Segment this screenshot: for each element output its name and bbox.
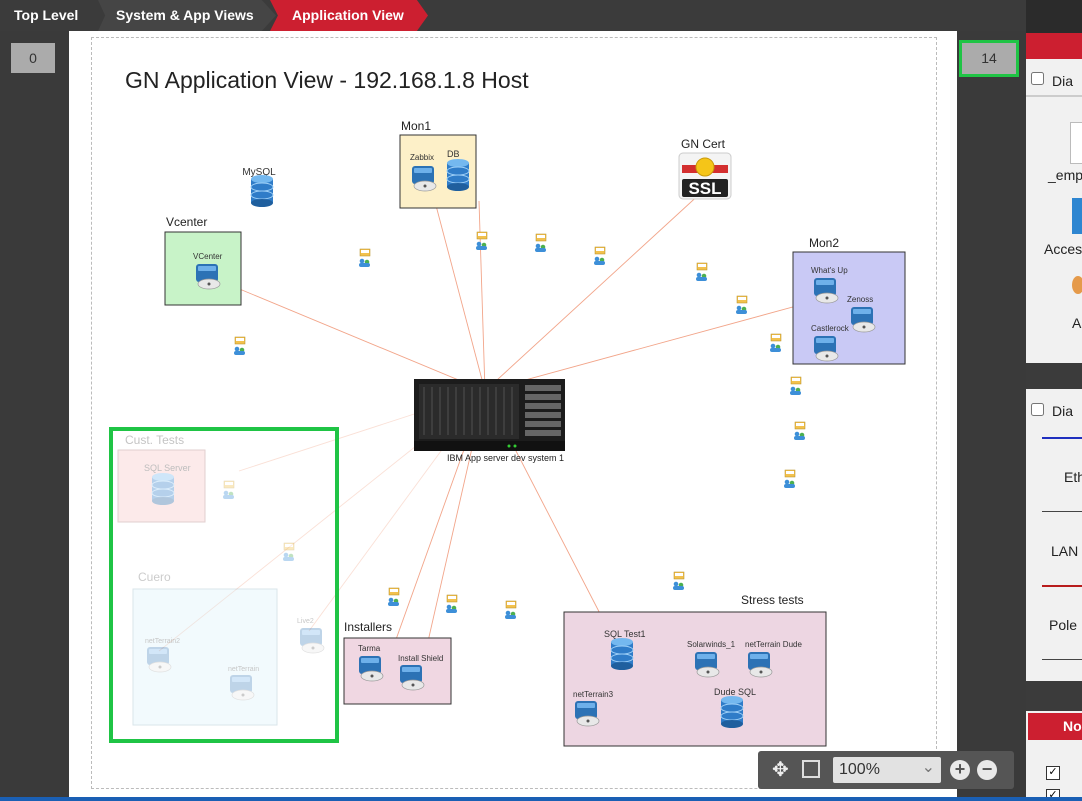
castlerock-server-icon — [813, 335, 839, 362]
selection-highlight[interactable] — [109, 427, 339, 743]
vcenter-node-label: VCenter — [193, 252, 223, 261]
panel-label-eth: Eth — [1064, 469, 1082, 485]
mon2-group — [792, 251, 906, 365]
gncert-label: GN Cert — [681, 137, 726, 151]
side-panel: Dia _emp Acces A Dia Eth LAN Pole No ✓ ✓ — [1026, 0, 1082, 801]
mon2-label: Mon2 — [809, 236, 839, 250]
left-count-badge[interactable]: 0 — [11, 43, 55, 73]
whatsup-server-icon — [813, 277, 839, 304]
ssl-certificate-icon: SSL — [678, 152, 732, 200]
installshield-label: Install Shield — [398, 654, 443, 663]
stress-tests-label: Stress tests — [741, 593, 804, 607]
access-icon — [1072, 198, 1082, 234]
zoom-in-button[interactable]: + — [950, 760, 970, 780]
zabbix-label: Zabbix — [410, 153, 434, 162]
panel-label-no: No — [1063, 718, 1082, 734]
breadcrumb-system-app-views[interactable]: System & App Views — [98, 0, 276, 31]
diagram-title: GN Application View - 192.168.1.8 Host — [125, 67, 529, 93]
panel-checkbox-3[interactable]: ✓ — [1046, 766, 1060, 780]
ethernet-line — [1042, 437, 1082, 439]
dudesql-db-icon — [720, 695, 744, 729]
solarwinds-server-icon — [694, 651, 720, 678]
installshield-server-icon — [399, 664, 425, 691]
diagram-canvas[interactable]: GN Application View - 192.168.1.8 Host M… — [69, 31, 957, 801]
dudesql-label: Dude SQL — [714, 687, 756, 697]
zenoss-label: Zenoss — [847, 295, 873, 304]
netterrain3-server-icon — [574, 700, 600, 727]
db-label: DB — [447, 149, 460, 159]
pan-icon[interactable]: ✥ — [772, 757, 789, 782]
panel-label-dia-2: Dia — [1052, 403, 1074, 419]
chevron-down-icon: ⌄ — [921, 759, 935, 776]
zoom-select[interactable]: 100% ⌄ — [833, 757, 941, 783]
tarma-server-icon — [358, 655, 384, 682]
dude-label: netTerrain Dude — [745, 640, 802, 649]
vcenter-group-label: Vcenter — [166, 215, 207, 229]
zenoss-server-icon — [850, 306, 876, 333]
breadcrumb-application-view[interactable]: Application View — [270, 0, 428, 31]
sqltest1-label: SQL Test1 — [604, 629, 646, 639]
zabbix-server-icon — [411, 165, 437, 192]
installers-label: Installers — [344, 620, 392, 634]
ibm-server-icon — [414, 379, 565, 451]
panel-label-pole: Pole — [1049, 617, 1078, 633]
zoom-toolbar: ✥ 100% ⌄ + − — [758, 751, 1014, 789]
breadcrumb: Top Level System & App Views Application… — [0, 0, 1026, 31]
svg-text:SSL: SSL — [688, 179, 721, 198]
right-strip — [957, 31, 1026, 801]
a-icon — [1072, 276, 1082, 294]
panel-label-lan: LAN — [1051, 543, 1079, 559]
tarma-label: Tarma — [358, 644, 381, 653]
zoom-out-button[interactable]: − — [977, 760, 997, 780]
breadcrumb-top-level[interactable]: Top Level — [0, 0, 102, 31]
netterrain3-label: netTerrain3 — [573, 690, 614, 699]
panel-checkbox-2[interactable] — [1031, 403, 1044, 416]
template-thumbnail[interactable] — [1070, 122, 1082, 164]
mon1-label: Mon1 — [401, 119, 431, 133]
panel-label-a: A — [1072, 315, 1082, 331]
panel-label-access: Acces — [1044, 241, 1082, 257]
panel-checkbox-1[interactable] — [1031, 72, 1044, 85]
panel-label-dia: Dia — [1052, 73, 1074, 89]
bottom-bar — [0, 797, 1082, 801]
center-server-label: IBM App server dev system 1 — [447, 453, 564, 463]
solarwinds-label: Solarwinds_1 — [687, 640, 736, 649]
panel-header-bar — [1026, 33, 1082, 59]
fit-screen-icon[interactable] — [802, 760, 820, 778]
whatsup-label: What's Up — [811, 266, 848, 275]
panel-label-emp: _emp — [1048, 167, 1082, 183]
lan-line — [1042, 585, 1082, 587]
left-strip — [0, 31, 69, 801]
db-icon — [446, 158, 470, 192]
mysql-db-icon — [250, 174, 274, 208]
sqltest1-db-icon — [610, 637, 634, 671]
right-count-badge[interactable]: 14 — [959, 40, 1019, 77]
panel-footer-bar: No — [1028, 713, 1082, 740]
vcenter-server-icon — [195, 263, 221, 290]
dude-server-icon — [747, 651, 773, 678]
castlerock-label: Castlerock — [811, 324, 850, 333]
